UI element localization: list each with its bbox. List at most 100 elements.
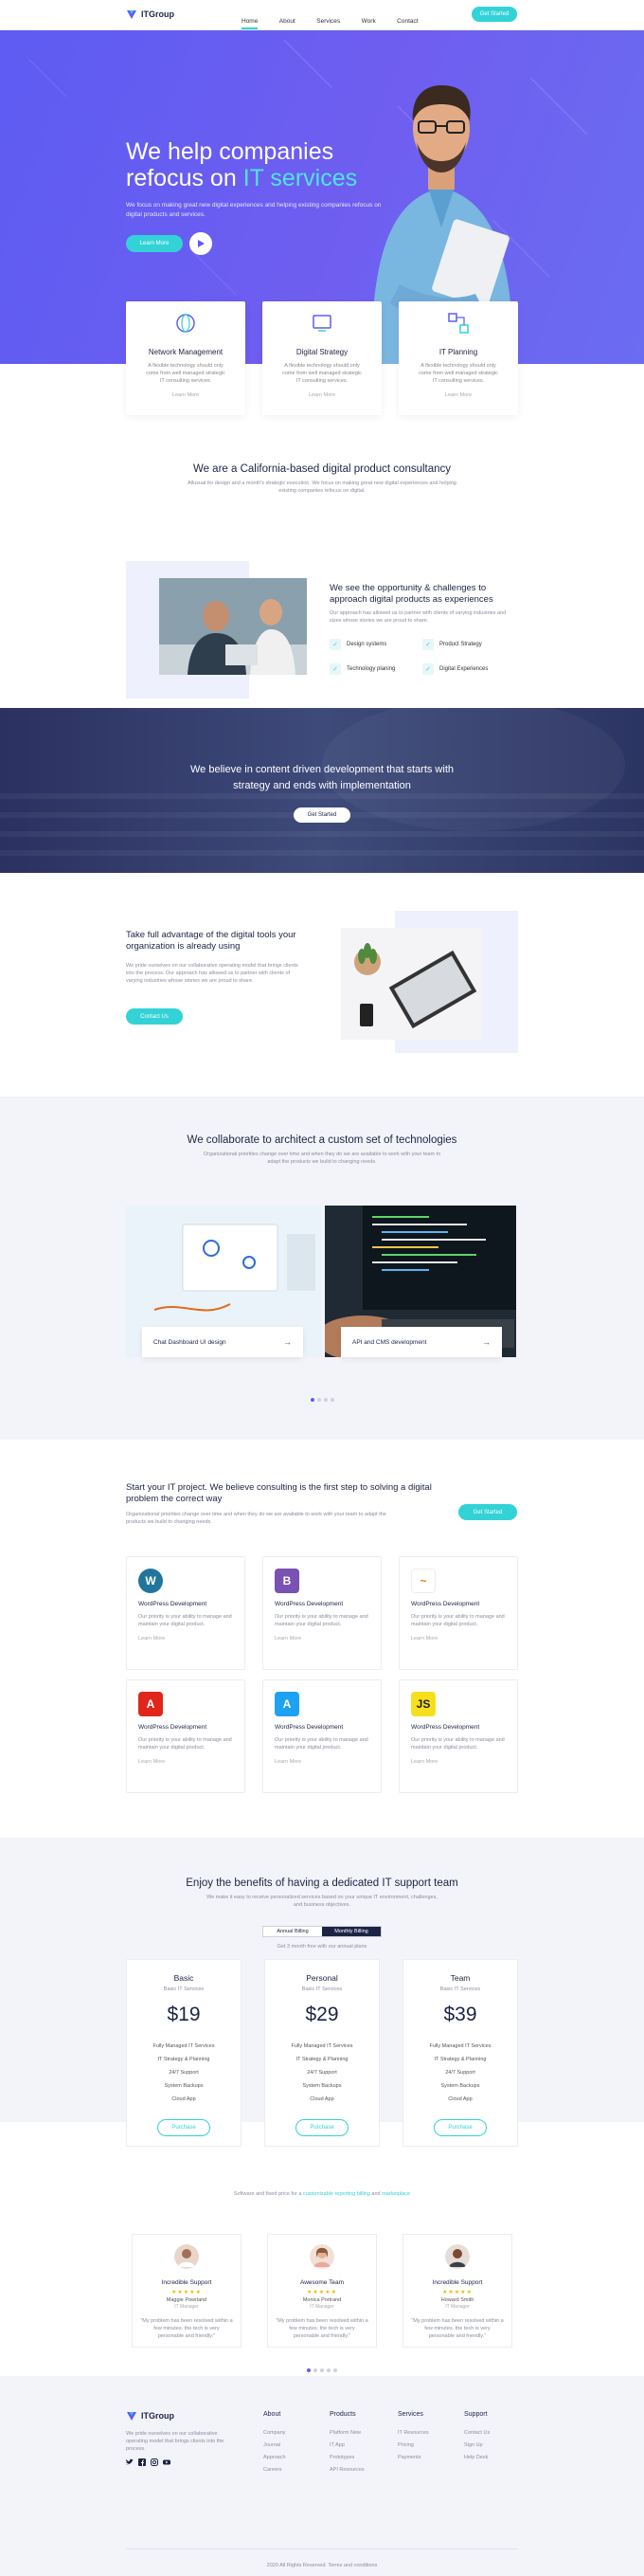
- service-tile[interactable]: A WordPress Development Our priority is …: [126, 1679, 245, 1793]
- pricing-note: Get 3 month free with our annual plans: [277, 1944, 367, 1950]
- service-link[interactable]: Learn More: [275, 1636, 369, 1642]
- purchase-button[interactable]: Purchase: [434, 2119, 487, 2136]
- services-cta-button[interactable]: Get Started: [458, 1504, 517, 1520]
- footnote-text: Software and fixed price for a: [233, 2191, 302, 2197]
- nav-about[interactable]: About: [279, 18, 295, 25]
- monitor-icon: [313, 315, 331, 332]
- check-label: Technology planing: [347, 666, 396, 672]
- pricing-card: Personal Basic IT Services $29 Fully Man…: [264, 1959, 380, 2147]
- banner-cta-button[interactable]: Get Started: [294, 807, 350, 823]
- youtube-icon[interactable]: [163, 2458, 170, 2466]
- footer-link[interactable]: API Resources: [330, 2464, 365, 2476]
- header-cta-button[interactable]: Get Started: [472, 7, 517, 22]
- brand-logo[interactable]: ITGroup: [126, 9, 174, 20]
- twitter-icon[interactable]: [126, 2458, 134, 2466]
- footer-link[interactable]: Careers: [263, 2464, 286, 2476]
- footer-link[interactable]: Platform New: [330, 2427, 365, 2440]
- analytics-icon: ~: [411, 1569, 436, 1593]
- banner-title: We believe in content driven development…: [0, 762, 644, 794]
- plan-features: Fully Managed IT Services IT Strategy & …: [127, 2040, 241, 2106]
- footer-link[interactable]: IT App: [330, 2440, 365, 2452]
- service-link[interactable]: Learn More: [411, 1759, 506, 1765]
- logo-icon: [127, 2412, 136, 2421]
- instagram-icon[interactable]: [151, 2458, 158, 2466]
- toggle-annual[interactable]: Annual Billing: [263, 1927, 322, 1936]
- footer-link[interactable]: Contact Us: [464, 2427, 490, 2440]
- footer-link[interactable]: Company: [263, 2427, 286, 2440]
- carousel-dot[interactable]: [333, 2368, 337, 2372]
- footer-logo[interactable]: ITGroup: [126, 2410, 174, 2422]
- service-tile[interactable]: B WordPress Development Our priority is …: [262, 1556, 382, 1670]
- toggle-monthly[interactable]: Monthly Billing: [322, 1927, 381, 1936]
- tools-contact-button[interactable]: Contact Us: [126, 1008, 183, 1025]
- footer-col-about: About Company Journal Approach Careers: [263, 2411, 286, 2476]
- footer-link[interactable]: Payments: [398, 2452, 429, 2464]
- plan-feature: IT Strategy & Planning: [157, 2057, 210, 2062]
- pricing-title: Enjoy the benefits of having a dedicated…: [186, 1878, 458, 1889]
- testimonial-card: Awesome Team ★★★★★ Monica Portrand IT Ma…: [267, 2234, 377, 2348]
- service-link[interactable]: Learn More: [411, 1636, 506, 1642]
- brand-name: ITGroup: [141, 9, 174, 19]
- hero-title: We help companies refocus on IT services: [126, 138, 401, 191]
- footer-link[interactable]: IT Resources: [398, 2427, 429, 2440]
- service-desc: Our priority is your ability to manage a…: [138, 1614, 232, 1627]
- globe-icon: [176, 314, 195, 333]
- service-link[interactable]: Learn More: [138, 1636, 233, 1642]
- carousel-dot[interactable]: [330, 1398, 334, 1402]
- footer-link[interactable]: Pricing: [398, 2440, 429, 2452]
- nav-services[interactable]: Services: [316, 18, 340, 25]
- plan-features: Fully Managed IT Services IT Strategy & …: [403, 2040, 517, 2106]
- tech-card[interactable]: Chat Dashboard UI design →: [142, 1327, 303, 1357]
- star-rating: ★★★★★: [307, 2290, 337, 2295]
- carousel-dot[interactable]: [323, 1398, 328, 1402]
- service-link[interactable]: Learn More: [275, 1759, 369, 1765]
- footnote-link[interactable]: customizable reporting billing: [303, 2191, 370, 2197]
- footnote-text: and: [371, 2191, 381, 2197]
- hero-learn-more-button[interactable]: Learn More: [126, 235, 183, 252]
- nav-home[interactable]: Home: [242, 18, 259, 29]
- testimonial-title: Incredible Support: [161, 2279, 212, 2286]
- star-rating: ★★★★★: [171, 2290, 202, 2295]
- plan-name: Team: [450, 1973, 471, 1983]
- service-tile[interactable]: JS WordPress Development Our priority is…: [399, 1679, 518, 1793]
- check-item: ✓ Design systems: [330, 639, 386, 650]
- nav-work[interactable]: Work: [362, 18, 376, 25]
- footer-link[interactable]: Help Desk: [464, 2452, 490, 2464]
- carousel-dot[interactable]: [327, 2368, 331, 2372]
- footnote-link[interactable]: marketplace: [382, 2191, 410, 2197]
- service-title: WordPress Development: [411, 1724, 480, 1731]
- main-nav: Home About Services Work Contact: [242, 10, 436, 29]
- about-section: We are a California-based digital produc…: [0, 364, 644, 708]
- services-description: Organizational priorities change over ti…: [126, 1512, 386, 1525]
- carousel-dot[interactable]: [310, 1398, 314, 1402]
- footer-link[interactable]: Sign Up: [464, 2440, 490, 2452]
- service-tile[interactable]: A WordPress Development Our priority is …: [262, 1679, 382, 1793]
- testimonial-quote: "My problem has been resolved within a f…: [140, 2318, 233, 2339]
- service-tile[interactable]: W WordPress Development Our priority is …: [126, 1556, 245, 1670]
- tech-card[interactable]: API and CMS development →: [341, 1327, 502, 1357]
- wordpress-icon: W: [138, 1569, 163, 1593]
- carousel-dot[interactable]: [307, 2368, 311, 2372]
- site-header: ITGroup Home About Services Work Contact…: [0, 0, 644, 30]
- footer-link[interactable]: Journal: [263, 2440, 286, 2452]
- tech-title: We collaborate to architect a custom set…: [187, 1134, 457, 1146]
- testimonial-quote: "My problem has been resolved within a f…: [411, 2318, 504, 2339]
- carousel-dot[interactable]: [320, 2368, 324, 2372]
- purchase-button[interactable]: Purchase: [157, 2119, 210, 2136]
- carousel-dot[interactable]: [313, 2368, 317, 2372]
- tools-title: Take full advantage of the digital tools…: [126, 930, 296, 952]
- plan-sub: Basic IT Services: [301, 1986, 343, 1992]
- footer-link[interactable]: Prototypes: [330, 2452, 365, 2464]
- carousel-dot[interactable]: [316, 1398, 321, 1402]
- purchase-button[interactable]: Purchase: [295, 2119, 349, 2136]
- plan-feature: IT Strategy & Planning: [295, 2057, 349, 2062]
- facebook-icon[interactable]: [138, 2458, 146, 2466]
- nav-contact[interactable]: Contact: [397, 18, 418, 25]
- footer-link[interactable]: Approach: [263, 2452, 286, 2464]
- about-description: Allusual for design and a month's strate…: [188, 481, 456, 494]
- service-link[interactable]: Learn More: [138, 1759, 233, 1765]
- service-tile[interactable]: ~ WordPress Development Our priority is …: [399, 1556, 518, 1670]
- play-video-button[interactable]: [189, 232, 212, 255]
- check-label: Product Strategy: [439, 642, 482, 647]
- plan-features: Fully Managed IT Services IT Strategy & …: [265, 2040, 379, 2106]
